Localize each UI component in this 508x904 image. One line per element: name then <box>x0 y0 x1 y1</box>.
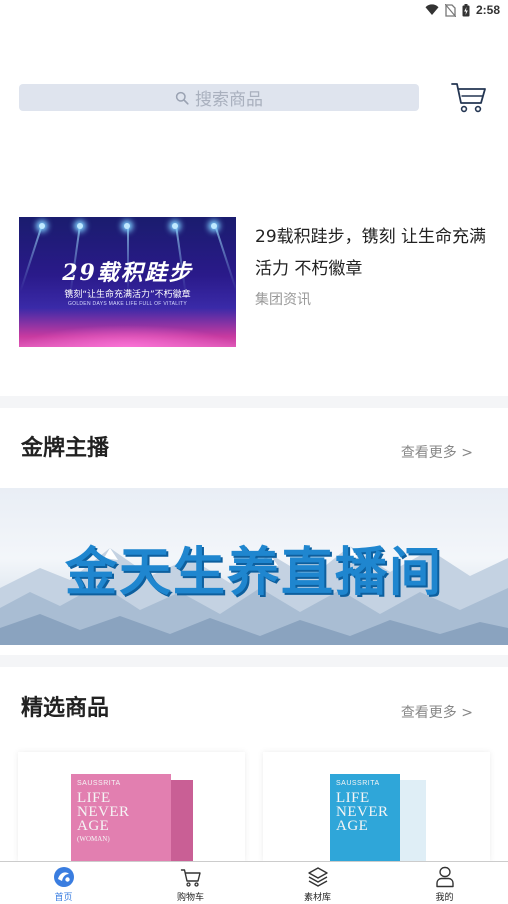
product-box-face: SAUSSRITA LIFE NEVER AGE (WOMAN) <box>71 774 171 862</box>
news-thumbnail: 29载积跬步 镌刻“让生命充满活力”不朽徽章 GOLDEN DAYS MAKE … <box>19 217 236 347</box>
nav-label: 首页 <box>54 893 73 903</box>
no-sim-icon <box>444 3 456 17</box>
section-title-featured: 精选商品 <box>21 696 110 721</box>
status-icons: 2:58 <box>425 3 500 17</box>
section-title-anchors: 金牌主播 <box>21 436 110 461</box>
search-input[interactable]: 搜索商品 <box>19 84 419 111</box>
product-grid: SAUSSRITA LIFE NEVER AGE (WOMAN) SAUSSRI… <box>0 752 508 862</box>
cart-icon[interactable] <box>450 78 488 116</box>
section-divider <box>0 396 508 408</box>
news-card[interactable]: 29载积跬步 镌刻“让生命充满活力”不朽徽章 GOLDEN DAYS MAKE … <box>0 217 508 349</box>
news-title[interactable]: 29载积跬步，镌刻 让生命充满活力 不朽徽章 <box>255 221 490 285</box>
nav-home[interactable]: 首页 <box>0 862 127 904</box>
product-name: LIFE NEVER AGE <box>336 790 389 834</box>
featured-more-link[interactable]: 查看更多 > <box>401 702 473 722</box>
nav-cart[interactable]: 购物车 <box>127 862 254 904</box>
clock: 2:58 <box>475 3 500 17</box>
product-brand: SAUSSRITA <box>77 780 121 787</box>
nav-label: 我的 <box>435 893 454 903</box>
search-icon <box>175 91 189 105</box>
anchors-more-link[interactable]: 查看更多 > <box>401 442 473 462</box>
product-brand: SAUSSRITA <box>336 780 380 787</box>
profile-icon <box>435 866 454 888</box>
bottom-nav: 首页 购物车 素材库 我的 <box>0 861 508 904</box>
search-row: 搜索商品 <box>0 78 508 118</box>
search-placeholder: 搜索商品 <box>195 90 263 110</box>
home-logo-icon <box>53 867 74 887</box>
product-image: SAUSSRITA LIFE NEVER AGE (WOMAN) <box>71 774 195 862</box>
status-bar: 2:58 <box>0 0 508 22</box>
thumbnail-english: GOLDEN DAYS MAKE LIFE FULL OF VITALITY <box>67 301 188 307</box>
nav-materials[interactable]: 素材库 <box>254 862 381 904</box>
product-card[interactable]: SAUSSRITA LIFE NEVER AGE (WOMAN) <box>18 752 245 862</box>
product-card[interactable]: SAUSSRITA LIFE NEVER AGE <box>263 752 490 862</box>
nav-label: 购物车 <box>176 893 204 903</box>
thumbnail-headline: 29载积跬步 <box>62 260 193 286</box>
product-image: SAUSSRITA LIFE NEVER AGE <box>330 774 454 862</box>
product-variant: (WOMAN) <box>77 835 110 843</box>
product-box-face: SAUSSRITA LIFE NEVER AGE <box>330 774 400 862</box>
banner-title: 金天生养直播间 <box>64 543 443 603</box>
live-room-banner[interactable]: 金天生养直播间 <box>0 488 508 645</box>
battery-charging-icon <box>462 3 470 16</box>
product-name: LIFE NEVER AGE <box>77 790 130 834</box>
wifi-icon <box>425 4 439 15</box>
layers-icon <box>307 867 328 887</box>
nav-profile[interactable]: 我的 <box>381 862 508 904</box>
section-divider <box>0 655 508 667</box>
cart-icon <box>180 869 201 887</box>
nav-label: 素材库 <box>303 893 331 903</box>
thumbnail-subline: 镌刻“让生命充满活力”不朽徽章 <box>64 290 191 300</box>
app-screen: 2:58 搜索商品 29载积跬步 镌刻“让生命充满活力”不朽徽章 GOLDEN … <box>0 0 508 904</box>
news-category: 集团资讯 <box>255 292 311 308</box>
